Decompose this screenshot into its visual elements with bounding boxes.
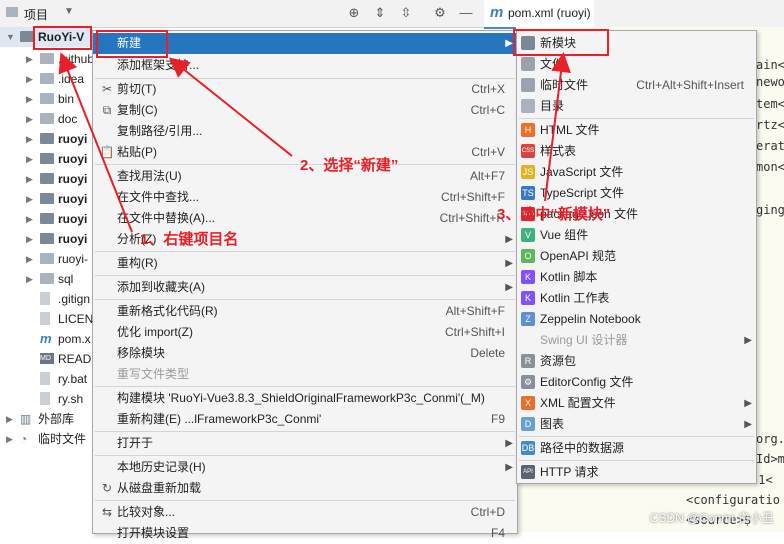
annotation-step3: 3、选中“新模块”: [497, 206, 611, 223]
annotation-arrows: [58, 52, 571, 233]
annotation-step1: 1、右键项目名: [140, 231, 239, 248]
arrow-step3: [544, 52, 571, 202]
arrow-step1: [58, 52, 133, 233]
arrow-step2: [168, 57, 293, 157]
annotation-step2: 2、选择“新建”: [300, 157, 399, 174]
watermark: CSDN @Conmi·白小丑: [649, 511, 774, 525]
